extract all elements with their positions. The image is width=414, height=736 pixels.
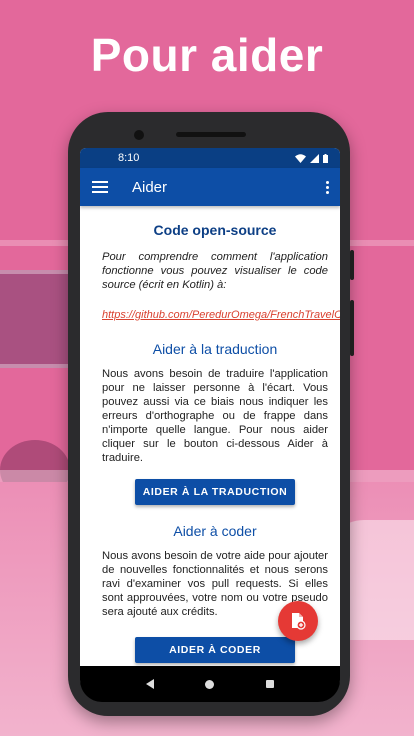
help-translate-button[interactable]: Aider à la traduction [135,479,295,505]
code-title: Aider à coder [173,523,257,539]
promo-headline: Pour aider [90,29,324,81]
camera-icon [134,130,144,140]
translation-text: Nous avons besoin de traduire l'applicat… [102,368,328,464]
status-bar: 8:10 [80,148,340,168]
status-time: 8:10 [118,152,140,164]
recent-apps-icon[interactable] [266,680,275,688]
more-vertical-icon[interactable] [322,180,332,194]
home-icon[interactable] [205,679,215,689]
github-link[interactable]: https://github.com/PeredurOmega/FrenchTr… [102,308,340,323]
wifi-icon [295,153,306,163]
status-icons [295,153,328,163]
app-bar-title: Aider [132,178,168,196]
app-bar: Aider [80,168,340,206]
power-button [350,250,354,280]
back-icon[interactable] [145,679,154,689]
signal-icon [310,153,319,163]
volume-button [350,300,354,356]
battery-icon [323,153,328,163]
document-add-icon [292,613,306,630]
open-source-title: Code open-source [153,222,277,238]
translation-title: Aider à la traduction [152,341,278,357]
open-source-intro: Pour comprendre comment l'application fo… [102,251,328,291]
speaker-grille [176,132,246,137]
hamburger-menu-icon[interactable] [92,181,108,193]
system-nav-bar [80,666,340,702]
help-code-button[interactable]: Aider à coder [135,637,295,663]
scroll-content[interactable]: Code open-source Pour comprendre comment… [80,206,340,663]
add-document-fab[interactable] [278,601,318,641]
